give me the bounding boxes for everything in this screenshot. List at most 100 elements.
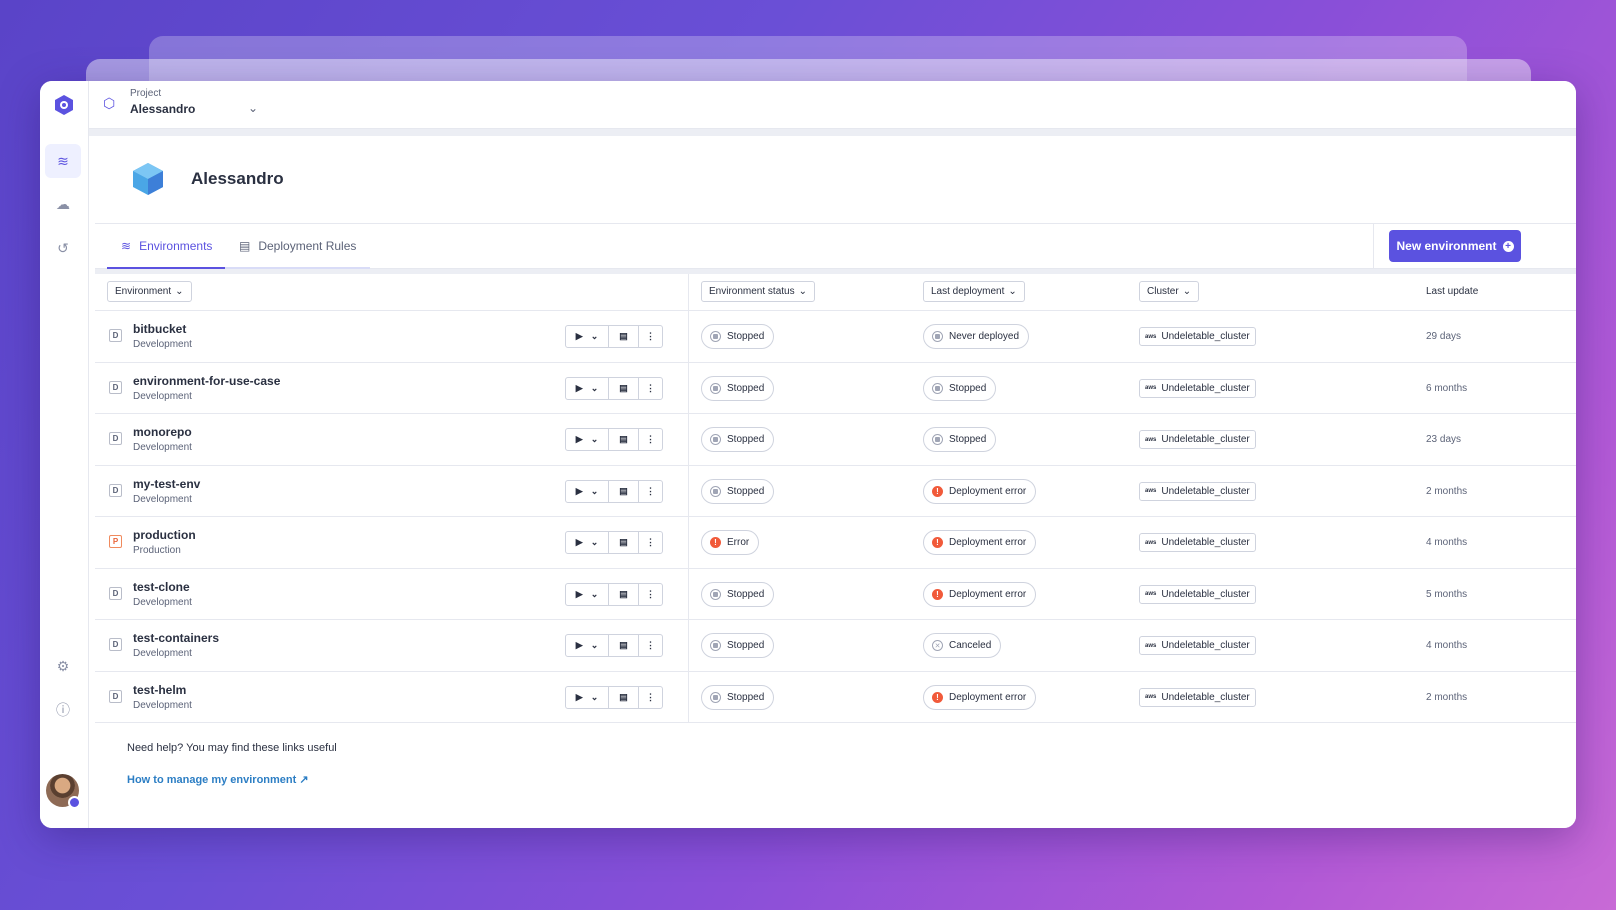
cluster-badge[interactable]: aws Undeletable_cluster	[1139, 687, 1256, 707]
cluster-badge[interactable]: aws Undeletable_cluster	[1139, 533, 1256, 552]
sidebar-item-info[interactable]: ⓘ	[45, 693, 81, 727]
last-update: 4 months	[1426, 537, 1468, 548]
cluster-badge[interactable]: aws Undeletable_cluster	[1139, 584, 1256, 604]
chevron-down-icon[interactable]: ⌄	[248, 101, 258, 115]
table-row[interactable]: Pproduction Production ▶ ⌄ ▤ ⋮! Error! Deployme…	[95, 517, 1576, 569]
logs-button[interactable]: ▤	[609, 429, 639, 450]
logs-button[interactable]: ▤	[609, 635, 639, 656]
divider	[1373, 224, 1374, 269]
app-logo-icon[interactable]	[52, 93, 76, 117]
last-update: 5 months	[1426, 588, 1468, 600]
last-update: 4 months	[1426, 640, 1468, 651]
info-icon: ⓘ	[56, 702, 70, 718]
cluster-badge[interactable]: aws Undeletable_cluster	[1139, 378, 1256, 398]
more-button[interactable]: ⋮	[639, 378, 662, 399]
deployment-status-badge[interactable]: ! Deployment error	[923, 581, 1037, 607]
more-button[interactable]: ⋮	[639, 584, 662, 605]
environment-filter[interactable]: Environment ⌄	[107, 281, 192, 302]
last-deployment-filter[interactable]: Last deployment ⌄	[923, 281, 1025, 302]
logs-button[interactable]: ▤	[609, 532, 639, 553]
deployment-status-badge[interactable]: ! Deployment error	[923, 684, 1037, 710]
more-button[interactable]: ⋮	[639, 481, 662, 502]
sidebar-item-settings[interactable]: ⚙	[45, 649, 81, 683]
env-name[interactable]: test-helm	[133, 683, 186, 697]
cluster-badge[interactable]: aws Undeletable_cluster	[1139, 636, 1256, 655]
table-row[interactable]: Dmonorepo Development ▶ ⌄ ▤ ⋮ Stopped Stopped aw…	[95, 414, 1576, 466]
aws-icon: aws	[1145, 591, 1157, 597]
table-row[interactable]: Dtest-helm Development ▶ ⌄ ▤ ⋮ Stopped! Deploym…	[95, 672, 1576, 723]
env-name[interactable]: environment-for-use-case	[133, 374, 280, 388]
more-button[interactable]: ⋮	[639, 532, 662, 553]
env-type: Development	[133, 699, 192, 711]
more-vertical-icon: ⋮	[646, 485, 655, 496]
deploy-button[interactable]: ▶ ⌄	[566, 326, 609, 347]
more-button[interactable]: ⋮	[639, 687, 662, 708]
env-name[interactable]: production	[133, 528, 196, 542]
env-type: Development	[133, 493, 192, 505]
cluster-badge[interactable]: aws Undeletable_cluster	[1139, 430, 1256, 449]
deployment-label: Deployment error	[949, 537, 1027, 548]
chevron-down-icon: ⌄	[590, 691, 599, 702]
new-environment-button[interactable]: New environment +	[1389, 230, 1521, 262]
deployment-status-badge[interactable]: Stopped	[923, 427, 997, 452]
logs-icon: ▤	[619, 588, 628, 599]
deploy-button[interactable]: ▶ ⌄	[566, 480, 609, 502]
tab-label: Deployment Rules	[258, 238, 357, 253]
tab-environments[interactable]: ≋ Environments	[107, 224, 227, 269]
tab-deployment-rules[interactable]: ▤ Deployment Rules	[225, 224, 371, 269]
deploy-button[interactable]: ▶ ⌄	[566, 583, 609, 605]
env-type: Development	[133, 648, 192, 659]
cluster-badge[interactable]: aws Undeletable_cluster	[1139, 481, 1256, 501]
deployment-status-badge[interactable]: Never deployed	[923, 324, 1030, 349]
divider	[89, 129, 1576, 136]
filter-label: Cluster	[1147, 286, 1179, 297]
more-button[interactable]: ⋮	[639, 429, 662, 450]
deploy-button[interactable]: ▶ ⌄	[566, 686, 609, 708]
env-name[interactable]: test-clone	[133, 580, 190, 594]
deployment-status-badge[interactable]: Stopped	[923, 375, 997, 401]
logs-button[interactable]: ▤	[609, 377, 639, 399]
more-button[interactable]: ⋮	[639, 326, 662, 347]
deploy-button[interactable]: ▶ ⌄	[566, 377, 609, 399]
logs-button[interactable]: ▤	[609, 326, 639, 347]
env-name[interactable]: test-containers	[133, 631, 219, 645]
row-actions: ▶ ⌄ ▤ ⋮	[565, 428, 663, 451]
logs-button[interactable]: ▤	[609, 686, 639, 708]
sidebar-item-history[interactable]: ↺	[45, 231, 81, 265]
env-type: Development	[133, 596, 192, 608]
status-filter[interactable]: Environment status ⌄	[701, 281, 815, 302]
cluster-badge[interactable]: aws Undeletable_cluster	[1139, 327, 1256, 346]
more-button[interactable]: ⋮	[639, 635, 662, 656]
logs-button[interactable]: ▤	[609, 480, 639, 502]
more-vertical-icon: ⋮	[646, 537, 655, 547]
cloud-icon: ☁	[56, 195, 70, 212]
table-row[interactable]: Dtest-clone Development ▶ ⌄ ▤ ⋮ Stopped! Deploy…	[95, 569, 1576, 620]
status-label: Stopped	[727, 691, 765, 703]
table-row[interactable]: Dmy-test-env Development ▶ ⌄ ▤ ⋮ Stopped! Deplo…	[95, 466, 1576, 517]
deploy-button[interactable]: ▶ ⌄	[566, 635, 609, 656]
deploy-button[interactable]: ▶ ⌄	[566, 429, 609, 450]
help-link[interactable]: How to manage my environment ↗	[127, 773, 309, 786]
project-selector[interactable]: Alessandro	[130, 102, 195, 116]
env-name[interactable]: my-test-env	[133, 477, 200, 491]
table-row[interactable]: Denvironment-for-use-case Development ▶ ⌄ ▤ ⋮…	[95, 363, 1576, 414]
avatar[interactable]	[46, 774, 81, 809]
logs-button[interactable]: ▤	[609, 583, 639, 605]
sidebar-item-clusters[interactable]: ☁	[45, 187, 81, 221]
deployment-status-badge[interactable]: ! Deployment error	[923, 478, 1037, 504]
env-status-badge: ! Error	[701, 530, 760, 555]
deployment-status-badge[interactable]: ! Deployment error	[923, 530, 1037, 555]
table-row[interactable]: Dtest-containers Development ▶ ⌄ ▤ ⋮ Stopped ✕ C…	[95, 620, 1576, 672]
env-name[interactable]: bitbucket	[133, 322, 186, 336]
deployment-label: Never deployed	[949, 331, 1020, 342]
table-row[interactable]: Dbitbucket Development ▶ ⌄ ▤ ⋮ Stopped Never de…	[95, 311, 1576, 363]
more-vertical-icon: ⋮	[646, 691, 655, 702]
env-status-badge: Stopped	[701, 324, 775, 349]
deployment-status-badge[interactable]: ✕ Canceled	[923, 633, 1002, 658]
env-name[interactable]: monorepo	[133, 425, 192, 439]
deploy-button[interactable]: ▶ ⌄	[566, 532, 609, 553]
row-actions: ▶ ⌄ ▤ ⋮	[565, 325, 663, 348]
cluster-label: Undeletable_cluster	[1161, 537, 1250, 548]
cluster-filter[interactable]: Cluster ⌄	[1139, 281, 1200, 302]
sidebar-item-environments[interactable]: ≋	[45, 144, 81, 178]
